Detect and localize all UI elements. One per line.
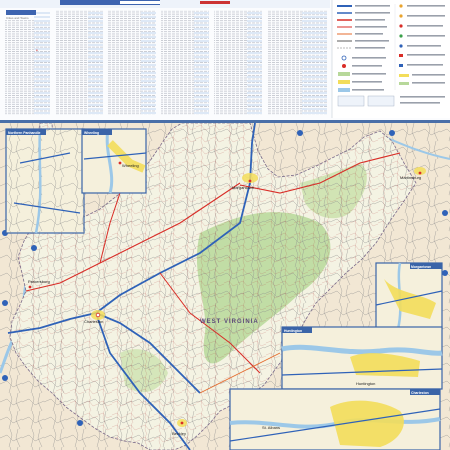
inset-label-northern-panhandle: Northern Panhandle	[8, 131, 41, 135]
city-label-wheeling: Wheeling	[122, 163, 139, 168]
inset-northern-panhandle[interactable]	[5, 128, 85, 234]
svg-text:●: ●	[36, 48, 38, 52]
map-poster: Index Cities and Towns	[0, 0, 450, 450]
index-columns: ●	[0, 0, 450, 118]
inset-huntington[interactable]	[281, 326, 443, 390]
inset-label-wheeling: Wheeling	[84, 131, 99, 135]
inset-label-charleston: Charleston	[411, 391, 429, 395]
state-label: WEST VIRGINIA	[200, 319, 259, 325]
city-label-st-albans: St. Albans	[262, 425, 280, 430]
inset-wheeling[interactable]	[81, 128, 147, 194]
city-label-huntington: Huntington	[356, 381, 375, 386]
inset-label-morgantown: Morgantown	[411, 265, 431, 269]
state-map[interactable]: WEST VIRGINIA Northern Panhandle Wheelin…	[0, 123, 450, 450]
city-label-beckley: Beckley	[172, 431, 186, 436]
inset-morgantown[interactable]	[375, 262, 443, 330]
city-label-parkersburg: Parkersburg	[28, 279, 50, 284]
index-header: Index Cities and Towns	[0, 0, 450, 123]
inset-label-huntington: Huntington	[284, 329, 302, 333]
city-label-martinsburg: Martinsburg	[400, 175, 421, 180]
inset-charleston[interactable]	[229, 388, 441, 450]
city-label-charleston: Charleston	[84, 319, 103, 324]
city-label-morgantown: Morgantown	[232, 185, 254, 190]
